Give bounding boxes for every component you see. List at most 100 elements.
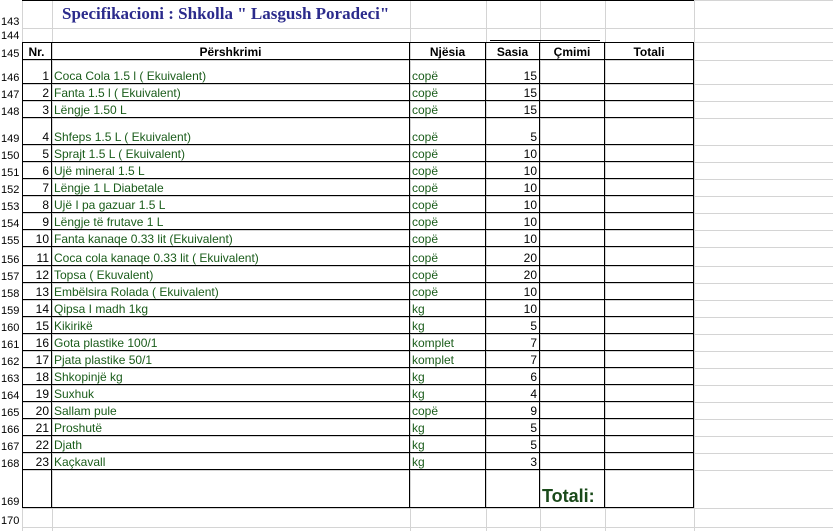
item-unit[interactable]: copë	[410, 101, 486, 118]
item-price[interactable]	[540, 419, 605, 436]
item-total[interactable]	[605, 317, 694, 334]
item-description[interactable]: Ujë mineral 1.5 L	[52, 162, 410, 179]
item-quantity[interactable]: 10	[486, 162, 540, 179]
item-price[interactable]	[540, 368, 605, 385]
item-nr[interactable]: 16	[22, 334, 52, 351]
item-price[interactable]	[540, 402, 605, 419]
item-price[interactable]	[540, 351, 605, 368]
item-description[interactable]: Fanta 1.5 l ( Ekuivalent)	[52, 84, 410, 101]
item-nr[interactable]: 8	[22, 196, 52, 213]
row-header[interactable]: 147	[0, 84, 22, 101]
item-nr[interactable]: 20	[22, 402, 52, 419]
item-quantity[interactable]: 7	[486, 351, 540, 368]
item-nr[interactable]: 15	[22, 317, 52, 334]
item-nr[interactable]: 19	[22, 385, 52, 402]
item-total[interactable]	[605, 145, 694, 162]
totals-nr[interactable]	[22, 470, 52, 508]
row-header[interactable]: 161	[0, 334, 22, 351]
item-description[interactable]: Qipsa I madh 1kg	[52, 300, 410, 317]
item-quantity[interactable]: 6	[486, 368, 540, 385]
item-total[interactable]	[605, 453, 694, 470]
item-description[interactable]: Djath	[52, 436, 410, 453]
item-total[interactable]	[605, 283, 694, 300]
item-description[interactable]: Kaçkavall	[52, 453, 410, 470]
row-header[interactable]: 152	[0, 179, 22, 196]
item-price[interactable]	[540, 101, 605, 118]
item-total[interactable]	[605, 213, 694, 230]
item-description[interactable]: Shkopinjë kg	[52, 368, 410, 385]
row-header[interactable]: 155	[0, 230, 22, 247]
item-quantity[interactable]: 10	[486, 283, 540, 300]
item-quantity[interactable]: 3	[486, 453, 540, 470]
item-description[interactable]: Pjata plastike 50/1	[52, 351, 410, 368]
item-quantity[interactable]: 15	[486, 84, 540, 101]
item-description[interactable]: Coca cola kanaqe 0.33 lit ( Ekuivalent)	[52, 247, 410, 266]
item-description[interactable]: Lëngje 1 L Diabetale	[52, 179, 410, 196]
header-nr[interactable]: Nr.	[22, 42, 52, 60]
item-total[interactable]	[605, 402, 694, 419]
row-header[interactable]: 165	[0, 402, 22, 419]
item-unit[interactable]: copë	[410, 84, 486, 101]
item-unit[interactable]: copë	[410, 402, 486, 419]
item-quantity[interactable]: 15	[486, 60, 540, 84]
item-description[interactable]: Sprajt 1.5 L ( Ekuivalent)	[52, 145, 410, 162]
row-header[interactable]: 166	[0, 419, 22, 436]
header-njesia[interactable]: Njësia	[410, 42, 486, 60]
item-unit[interactable]: copë	[410, 196, 486, 213]
item-description[interactable]: Suxhuk	[52, 385, 410, 402]
item-description[interactable]: Gota plastike 100/1	[52, 334, 410, 351]
item-quantity[interactable]: 5	[486, 118, 540, 145]
item-nr[interactable]: 6	[22, 162, 52, 179]
item-nr[interactable]: 14	[22, 300, 52, 317]
item-price[interactable]	[540, 283, 605, 300]
item-unit[interactable]: kg	[410, 419, 486, 436]
item-total[interactable]	[605, 101, 694, 118]
item-quantity[interactable]: 5	[486, 317, 540, 334]
item-quantity[interactable]: 10	[486, 196, 540, 213]
item-quantity[interactable]: 7	[486, 334, 540, 351]
item-quantity[interactable]: 15	[486, 101, 540, 118]
item-nr[interactable]: 5	[22, 145, 52, 162]
item-total[interactable]	[605, 247, 694, 266]
item-description[interactable]: Coca Cola 1.5 l ( Ekuivalent)	[52, 60, 410, 84]
item-total[interactable]	[605, 334, 694, 351]
row-header[interactable]: 162	[0, 351, 22, 368]
item-total[interactable]	[605, 230, 694, 247]
item-price[interactable]	[540, 118, 605, 145]
row-header[interactable]: 154	[0, 213, 22, 230]
row-header[interactable]: 145	[0, 42, 22, 60]
item-description[interactable]: Sallam pule	[52, 402, 410, 419]
item-total[interactable]	[605, 179, 694, 196]
item-unit[interactable]: kg	[410, 453, 486, 470]
header-pershkrimi[interactable]: Përshkrimi	[52, 42, 410, 60]
item-unit[interactable]: copë	[410, 230, 486, 247]
item-nr[interactable]: 10	[22, 230, 52, 247]
item-quantity[interactable]: 5	[486, 436, 540, 453]
item-nr[interactable]: 13	[22, 283, 52, 300]
item-description[interactable]: Embëlsira Rolada ( Ekuivalent)	[52, 283, 410, 300]
grand-total[interactable]	[605, 470, 694, 508]
item-nr[interactable]: 12	[22, 266, 52, 283]
item-unit[interactable]: copë	[410, 179, 486, 196]
item-quantity[interactable]: 4	[486, 385, 540, 402]
row-header[interactable]: 168	[0, 453, 22, 470]
item-price[interactable]	[540, 213, 605, 230]
item-quantity[interactable]: 20	[486, 247, 540, 266]
item-price[interactable]	[540, 179, 605, 196]
item-price[interactable]	[540, 385, 605, 402]
item-price[interactable]	[540, 196, 605, 213]
row-header[interactable]: 149	[0, 118, 22, 145]
item-nr[interactable]: 22	[22, 436, 52, 453]
row-header[interactable]: 153	[0, 196, 22, 213]
header-totali[interactable]: Totali	[605, 42, 694, 60]
item-price[interactable]	[540, 317, 605, 334]
row-header[interactable]: 143	[0, 0, 22, 28]
item-price[interactable]	[540, 145, 605, 162]
item-nr[interactable]: 4	[22, 118, 52, 145]
row-header[interactable]: 159	[0, 300, 22, 317]
item-total[interactable]	[605, 84, 694, 101]
item-nr[interactable]: 2	[22, 84, 52, 101]
item-price[interactable]	[540, 162, 605, 179]
item-nr[interactable]: 18	[22, 368, 52, 385]
item-unit[interactable]: copë	[410, 213, 486, 230]
